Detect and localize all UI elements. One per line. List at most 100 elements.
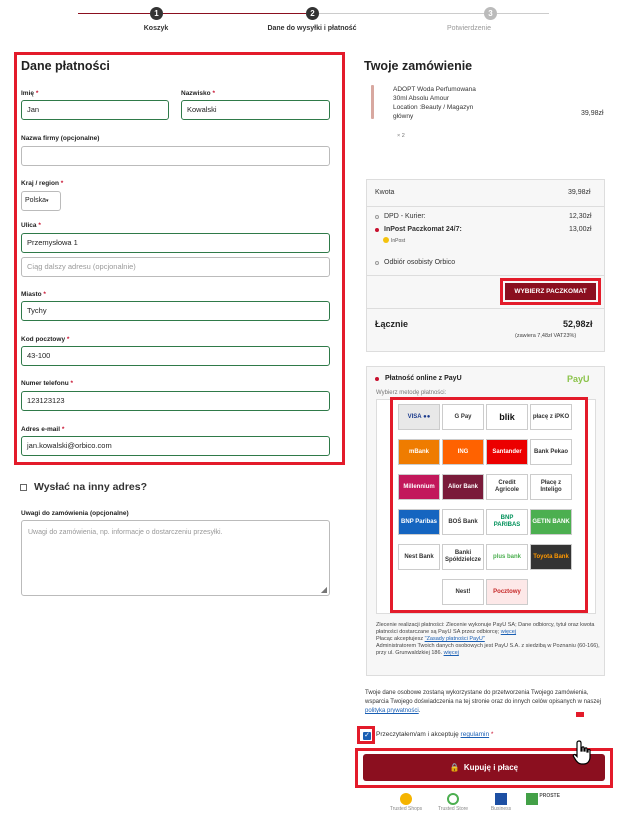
inpost-logo-icon bbox=[383, 237, 389, 243]
payu-radio[interactable] bbox=[375, 377, 379, 381]
trust-label-2: Trusted Store bbox=[437, 806, 469, 812]
payment-method-tile[interactable]: Bank Pekao bbox=[530, 439, 572, 465]
shipping-inpost-label[interactable]: InPost Paczkomat 24/7: bbox=[384, 226, 462, 233]
payment-method-tile[interactable]: Płacę z Inteligo bbox=[530, 474, 572, 500]
resize-handle-icon[interactable]: ◢ bbox=[321, 585, 327, 594]
payment-method-tile[interactable]: BNP Paribas bbox=[398, 509, 440, 535]
street-input[interactable]: Przemysłowa 1 bbox=[21, 233, 330, 253]
payment-method-tile[interactable]: Millennium bbox=[398, 474, 440, 500]
payu-fineprint: Zlecenie realizacji płatności: Zlecenie … bbox=[376, 622, 601, 657]
city-input[interactable]: Tychy bbox=[21, 301, 330, 321]
email-label: Adres e-mail * bbox=[21, 426, 65, 433]
payment-method-tile[interactable]: G Pay bbox=[442, 404, 484, 430]
last-name-input[interactable]: Kowalski bbox=[181, 100, 330, 120]
terms-link[interactable]: regulamin bbox=[461, 731, 490, 738]
inpost-logo-text: InPost bbox=[391, 238, 406, 244]
proste-icon bbox=[526, 793, 538, 805]
payment-method-tile[interactable]: mBank bbox=[398, 439, 440, 465]
phone-input[interactable]: 123123123 bbox=[21, 391, 330, 411]
privacy-notice: Twoje dane osobowe zostaną wykorzystane … bbox=[365, 690, 602, 714]
buy-button-label: Kupuję i płacę bbox=[463, 763, 519, 772]
payu-more-link-2[interactable]: więcej bbox=[444, 650, 459, 656]
payment-method-tile[interactable]: BOŚ Bank bbox=[442, 509, 484, 535]
vat-note: (zawiera 7,48zł VAT23%) bbox=[515, 333, 577, 339]
trusted-shops-icon bbox=[400, 793, 412, 805]
choose-locker-button[interactable]: WYBIERZ PACZKOMAT bbox=[505, 283, 596, 300]
step-1-dot[interactable]: 1 bbox=[150, 7, 163, 20]
first-name-input[interactable]: Jan bbox=[21, 100, 169, 120]
notes-label: Uwagi do zamówienia (opcjonalne) bbox=[21, 510, 129, 517]
product-name-line2: 30ml Absolu Amour bbox=[393, 95, 450, 102]
shipping-inpost-price: 13,00zł bbox=[569, 226, 592, 233]
divider bbox=[366, 275, 605, 276]
ship-other-checkbox[interactable] bbox=[20, 484, 27, 491]
last-name-label: Nazwisko * bbox=[181, 90, 215, 97]
stepper-line bbox=[163, 13, 306, 14]
phone-label: Numer telefonu * bbox=[21, 380, 74, 387]
payment-method-tile[interactable]: blik bbox=[486, 404, 528, 430]
payment-method-tile[interactable]: Nest! bbox=[442, 579, 484, 605]
product-info: ADOPT Woda Perfumowana 30ml Absolu Amour… bbox=[393, 85, 476, 121]
billing-title: Dane płatności bbox=[21, 59, 110, 73]
company-label: Nazwa firmy (opcjonalne) bbox=[21, 135, 100, 142]
terms-checkbox[interactable]: ✓ bbox=[363, 732, 371, 740]
payment-method-tile[interactable]: Nest Bank bbox=[398, 544, 440, 570]
business-icon bbox=[495, 793, 507, 805]
postcode-label: Kod pocztowy * bbox=[21, 336, 70, 343]
product-location-line2: główny bbox=[393, 113, 414, 120]
product-thumbnail bbox=[371, 85, 374, 119]
shipping-inpost-radio[interactable] bbox=[375, 228, 379, 232]
terms-label[interactable]: Przeczytałem/am i akceptuję regulamin * bbox=[376, 731, 493, 738]
payment-method-tile[interactable]: ING bbox=[442, 439, 484, 465]
ship-other-label[interactable]: Wysłać na inny adres? bbox=[34, 481, 147, 493]
payment-method-tile[interactable]: Banki Spółdzielcze bbox=[442, 544, 484, 570]
payu-rules-link[interactable]: "Zasady płatności PayU" bbox=[425, 636, 485, 642]
payment-method-tile[interactable]: BNP PARIBAS bbox=[486, 509, 528, 535]
payment-method-tile[interactable]: Credit Agricole bbox=[486, 474, 528, 500]
payu-fine3: Administratorem Twoich danych osobowych … bbox=[376, 643, 600, 656]
payment-method-tile[interactable]: Alior Bank bbox=[442, 474, 484, 500]
notes-textarea[interactable]: Uwagi do zamówienia, np. informacje o do… bbox=[21, 520, 330, 596]
stepper-line bbox=[78, 13, 150, 14]
payment-method-tile[interactable]: plus bank bbox=[486, 544, 528, 570]
total-value: 52,98zł bbox=[563, 319, 593, 329]
shipping-pickup-radio[interactable] bbox=[375, 261, 379, 265]
first-name-label: Imię * bbox=[21, 90, 39, 97]
postcode-input[interactable]: 43-100 bbox=[21, 346, 330, 366]
shipping-dpd-radio[interactable] bbox=[375, 215, 379, 219]
shipping-dpd-label[interactable]: DPD - Kurier: bbox=[384, 213, 426, 220]
trust-badge-1: Trusted Shops bbox=[386, 793, 426, 815]
buy-button[interactable]: 🔒 Kupuję i płacę bbox=[363, 754, 605, 781]
privacy-text: Twoje dane osobowe zostaną wykorzystane … bbox=[365, 690, 602, 705]
order-title: Twoje zamówienie bbox=[364, 59, 473, 73]
payu-more-link-1[interactable]: więcej bbox=[501, 629, 516, 635]
email-input[interactable]: jan.kowalski@orbico.com bbox=[21, 436, 330, 456]
product-qty: × 2 bbox=[397, 133, 405, 139]
shipping-pickup-label[interactable]: Odbiór osobisty Orbico bbox=[384, 259, 455, 266]
privacy-policy-link[interactable]: polityka prywatności bbox=[365, 708, 419, 714]
street-line2-input[interactable]: Ciąg dalszy adresu (opcjonalnie) bbox=[21, 257, 330, 277]
country-select[interactable]: Polska▾ bbox=[21, 191, 61, 211]
payment-method-tile[interactable]: Pocztowy bbox=[486, 579, 528, 605]
payu-logo: PayU bbox=[567, 374, 590, 384]
company-input[interactable] bbox=[21, 146, 330, 166]
country-value: Polska bbox=[25, 197, 47, 204]
step-2-label: Dane do wysyłki i płatność bbox=[267, 25, 357, 32]
payment-method-tile[interactable]: VISA ●● bbox=[398, 404, 440, 430]
payment-method-tile[interactable]: Santander bbox=[486, 439, 528, 465]
divider bbox=[366, 206, 605, 207]
payment-method-tile[interactable]: płacę z iPKO bbox=[530, 404, 572, 430]
trust-badge-4: PROSTE bbox=[526, 793, 570, 815]
step-2-dot: 2 bbox=[306, 7, 319, 20]
amount-label: Kwota bbox=[375, 189, 395, 196]
trust-badge-2: Trusted Store bbox=[430, 793, 476, 815]
payment-method-tile[interactable]: Toyota Bank bbox=[530, 544, 572, 570]
step-1-label[interactable]: Koszyk bbox=[144, 25, 169, 32]
trust-label-1: Trusted Shops bbox=[389, 806, 423, 812]
trust-badge-3: Business bbox=[482, 793, 520, 815]
payu-label[interactable]: Płatność online z PayU bbox=[385, 375, 462, 382]
payment-method-tile[interactable]: GETIN BANK bbox=[530, 509, 572, 535]
amount-value: 39,98zł bbox=[568, 189, 591, 196]
total-label: Łącznie bbox=[375, 319, 409, 329]
annotation-marker bbox=[576, 712, 584, 717]
